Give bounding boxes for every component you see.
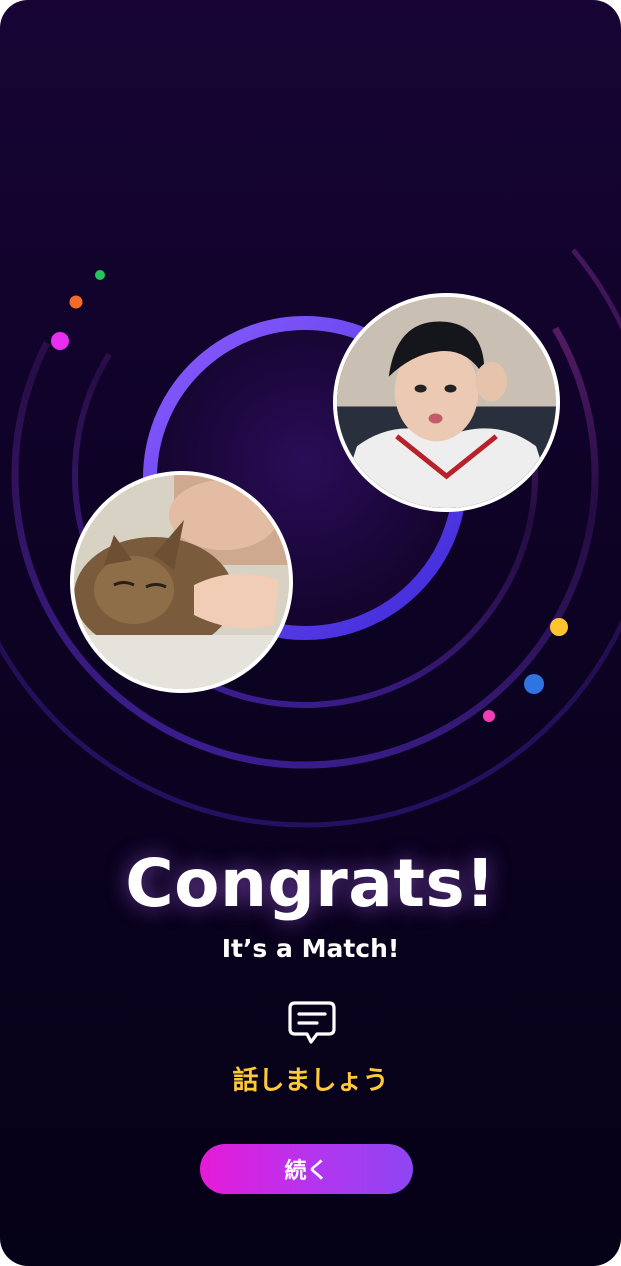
chat-bubble-icon[interactable] <box>287 1000 337 1046</box>
continue-button[interactable]: 続く <box>200 1144 413 1194</box>
cat-with-person-photo <box>74 475 289 689</box>
match-subtitle: It’s a Match! <box>221 934 400 963</box>
congrats-title: Congrats! <box>125 845 496 922</box>
match-profile-photo <box>333 293 560 512</box>
continue-button-label: 続く <box>284 1159 329 1184</box>
woman-selfie-photo <box>337 297 556 508</box>
user-profile-photo <box>70 471 293 693</box>
match-screen: Congrats! It’s a Match! 話しましょう 続く <box>0 0 621 1266</box>
lets-talk-link[interactable]: 話しましょう <box>0 1060 621 1097</box>
